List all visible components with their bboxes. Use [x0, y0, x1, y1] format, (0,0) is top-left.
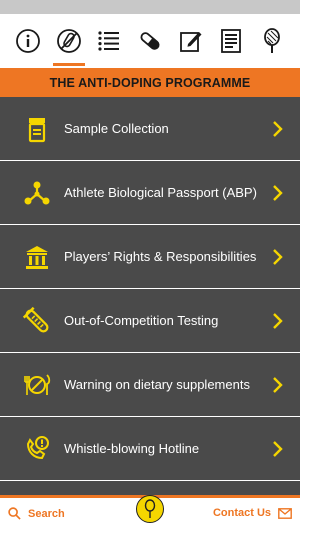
chevron-right-icon	[273, 376, 283, 393]
mail-icon	[278, 507, 292, 519]
search-icon	[8, 507, 21, 520]
menu-list: Sample Collection Athlete Biological Pas…	[0, 97, 300, 495]
pill-icon[interactable]	[136, 27, 164, 55]
alert-phone-icon	[22, 434, 52, 464]
menu-item-players-rights[interactable]: Players’ Rights & Responsibilities	[0, 225, 300, 289]
menu-item-whistle-blowing[interactable]: Whistle-blowing Hotline	[0, 417, 300, 481]
no-drugs-icon[interactable]	[52, 27, 85, 66]
menu-item-label: Warning on dietary supplements	[64, 377, 250, 392]
test-tube-icon	[22, 306, 52, 336]
search-button[interactable]: Search	[8, 507, 65, 520]
menu-item-label: Players’ Rights & Responsibilities	[64, 249, 257, 264]
bottom-bar: Search Contact Us	[0, 495, 300, 533]
banner-title: THE ANTI-DOPING PROGRAMME	[49, 75, 251, 90]
edit-icon[interactable]	[177, 27, 205, 55]
search-label: Search	[28, 507, 65, 520]
racket-icon[interactable]	[258, 27, 286, 55]
menu-item-label: Sample Collection	[64, 121, 169, 136]
network-icon	[22, 178, 52, 208]
sample-jar-icon	[22, 114, 52, 144]
info-icon[interactable]	[14, 27, 42, 55]
contact-us-button[interactable]: Contact Us	[213, 507, 292, 519]
chevron-right-icon	[273, 440, 283, 457]
menu-item-label: Out-of-Competition Testing	[64, 313, 219, 328]
document-icon[interactable]	[217, 27, 245, 55]
contact-label: Contact Us	[212, 507, 271, 519]
chevron-right-icon	[273, 248, 283, 265]
section-banner: THE ANTI-DOPING PROGRAMME	[0, 68, 300, 97]
list-icon[interactable]	[95, 27, 123, 55]
chevron-right-icon	[273, 312, 283, 329]
racket-logo-icon	[144, 499, 156, 518]
menu-item-label: Whistle-blowing Hotline	[64, 441, 200, 456]
menu-item-label: Athlete Biological Passport (ABP)	[64, 185, 257, 200]
top-nav	[0, 14, 300, 68]
menu-item-dietary-supplements[interactable]: Warning on dietary supplements	[0, 353, 300, 417]
chevron-right-icon	[273, 184, 283, 201]
menu-item-out-of-competition[interactable]: Out-of-Competition Testing	[0, 289, 300, 353]
chevron-right-icon	[273, 120, 283, 137]
home-logo-button[interactable]	[136, 495, 164, 523]
institution-icon	[22, 242, 52, 272]
status-bar	[0, 0, 300, 14]
no-food-icon	[22, 370, 52, 400]
menu-item-abp[interactable]: Athlete Biological Passport (ABP)	[0, 161, 300, 225]
menu-item-sample-collection[interactable]: Sample Collection	[0, 97, 300, 161]
